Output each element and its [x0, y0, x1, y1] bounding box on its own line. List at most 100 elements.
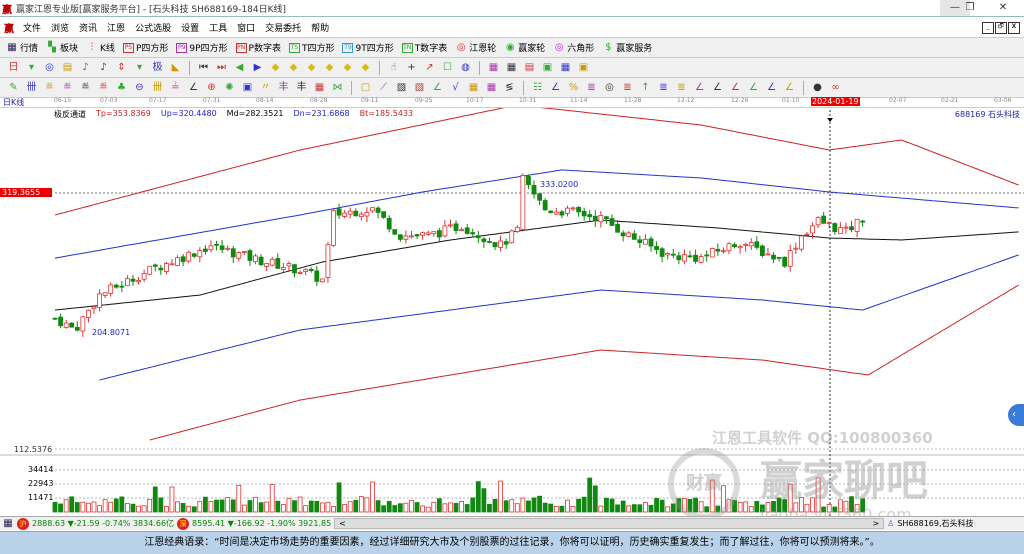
toolbar-tool-icon[interactable]: ⏮ [196, 62, 211, 74]
toolbar-tool-icon[interactable]: ✎ [6, 82, 21, 94]
menu-item[interactable]: 设置 [181, 21, 199, 34]
toolbar-tool-icon[interactable]: ∞ [828, 82, 843, 94]
toolbar-tool-icon[interactable]: ≣ [620, 82, 635, 94]
toolbar-button[interactable]: P9 9P四方形 [176, 41, 228, 54]
toolbar-tool-icon[interactable]: 〃 [258, 82, 273, 94]
toolbar-tool-icon[interactable]: ↑ [638, 82, 653, 94]
toolbar-tool-icon[interactable]: ↗ [422, 62, 437, 74]
toolbar-tool-icon[interactable]: ∠ [186, 82, 201, 94]
toolbar-tool-icon[interactable]: ♪ [96, 62, 111, 74]
toolbar-tool-icon[interactable]: ≝ [60, 82, 75, 94]
toolbar-tool-icon[interactable]: ▤ [522, 62, 537, 74]
toolbar-tool-icon[interactable]: ◍ [458, 62, 473, 74]
toolbar-tool-icon[interactable]: ◆ [358, 62, 373, 74]
toolbar-tool-icon[interactable]: ▾ [24, 62, 39, 74]
toolbar-tool-icon[interactable]: ▾ [132, 62, 147, 74]
scroll-right-button[interactable]: > [872, 519, 879, 528]
close-button[interactable]: ✕ [988, 0, 1018, 16]
mdi-close-button[interactable]: X [1008, 21, 1020, 34]
menu-item[interactable]: 窗口 [237, 21, 255, 34]
toolbar-button[interactable]: TN T数字表 [401, 41, 447, 54]
toolbar-tool-icon[interactable]: ☐ [440, 62, 455, 74]
toolbar-tool-icon[interactable]: ≶ [502, 82, 517, 94]
toolbar-tool-icon[interactable]: ≣ [656, 82, 671, 94]
toolbar-tool-icon[interactable]: ⋈ [330, 82, 345, 94]
toolbar-tool-icon[interactable]: ▦ [504, 62, 519, 74]
toolbar-tool-icon[interactable]: ▣ [240, 82, 255, 94]
toolbar-tool-icon[interactable]: ∠ [692, 82, 707, 94]
toolbar-tool-icon[interactable]: ⊕ [204, 82, 219, 94]
toolbar-tool-icon[interactable]: ∠ [782, 82, 797, 94]
toolbar-tool-icon[interactable]: ≣ [674, 82, 689, 94]
toolbar-button[interactable]: $ 赢家服务 [602, 41, 652, 55]
toolbar-tool-icon[interactable]: ▧ [412, 82, 427, 94]
toolbar-tool-icon[interactable]: ≝ [42, 82, 57, 94]
toolbar-tool-icon[interactable]: ▦ [466, 82, 481, 94]
toolbar-button[interactable]: PN P数字表 [235, 41, 281, 54]
toolbar-tool-icon[interactable]: ▤ [60, 62, 75, 74]
toolbar-tool-icon[interactable]: ◆ [304, 62, 319, 74]
toolbar-tool-icon[interactable]: ⏭ [214, 62, 229, 74]
toolbar-tool-icon[interactable]: ▦ [558, 62, 573, 74]
toolbar-tool-icon[interactable]: + [404, 62, 419, 74]
toolbar-tool-icon[interactable]: 日 [6, 62, 21, 74]
horizontal-scrollbar[interactable]: < > [334, 518, 885, 529]
toolbar-tool-icon[interactable]: 极 [150, 62, 165, 74]
toolbar-tool-icon[interactable]: ● [810, 82, 825, 94]
toolbar-button[interactable]: ◉ 赢家轮 [504, 41, 545, 55]
toolbar-tool-icon[interactable]: 卌 [24, 82, 39, 94]
toolbar-tool-icon[interactable]: ▢ [358, 82, 373, 94]
sz-index-quote[interactable]: 8595.41 ▼-166.92 -1.90% 3921.85 [192, 519, 331, 528]
toolbar-button[interactable]: T9 9T四方形 [342, 41, 394, 54]
toolbar-tool-icon[interactable]: ▧ [394, 82, 409, 94]
menu-item[interactable]: 交易委托 [265, 21, 301, 34]
toolbar-tool-icon[interactable]: ◎ [42, 62, 57, 74]
toolbar-tool-icon[interactable]: ◆ [340, 62, 355, 74]
toolbar-button[interactable]: ▚ 板块 [46, 41, 78, 55]
toolbar-tool-icon[interactable]: ∠ [710, 82, 725, 94]
menu-item[interactable]: 浏览 [51, 21, 69, 34]
toolbar-tool-icon[interactable]: % [566, 82, 581, 94]
toolbar-tool-icon[interactable]: ♪ [78, 62, 93, 74]
toolbar-button[interactable]: PS P四方形 [122, 41, 168, 54]
toolbar-tool-icon[interactable]: ∠ [430, 82, 445, 94]
toolbar-tool-icon[interactable]: ⇕ [114, 62, 129, 74]
toolbar-tool-icon[interactable]: ⟋ [376, 82, 391, 94]
toolbar-tool-icon[interactable]: ◀ [232, 62, 247, 74]
toolbar-tool-icon[interactable]: ▣ [576, 62, 591, 74]
restore-button[interactable]: ❐ [955, 0, 985, 16]
toolbar-tool-icon[interactable]: 卌 [150, 82, 165, 94]
toolbar-tool-icon[interactable]: ◆ [268, 62, 283, 74]
toolbar-tool-icon[interactable]: 丰 [276, 82, 291, 94]
menu-item[interactable]: 资讯 [79, 21, 97, 34]
toolbar-tool-icon[interactable]: ⊖ [132, 82, 147, 94]
toolbar-tool-icon[interactable]: ∠ [548, 82, 563, 94]
toolbar-tool-icon[interactable]: ◎ [602, 82, 617, 94]
toolbar-tool-icon[interactable]: ≝ [96, 82, 111, 94]
mdi-restore-button[interactable]: 🗗 [995, 21, 1007, 34]
menu-item[interactable]: 帮助 [311, 21, 329, 34]
toolbar-tool-icon[interactable]: ≝ [78, 82, 93, 94]
toolbar-tool-icon[interactable]: ◆ [286, 62, 301, 74]
menu-item[interactable]: 文件 [23, 21, 41, 34]
sh-index-quote[interactable]: 2888.63 ▼-21.59 -0.74% 3834.66亿 [32, 518, 174, 529]
grid-icon[interactable]: ▦ [2, 518, 14, 530]
side-expand-button[interactable]: ‹ [1008, 404, 1024, 426]
toolbar-tool-icon[interactable]: ∠ [764, 82, 779, 94]
toolbar-tool-icon[interactable]: ☝ [386, 62, 401, 74]
toolbar-tool-icon[interactable]: ≣ [584, 82, 599, 94]
toolbar-button[interactable]: ◎ 六角形 [553, 41, 594, 55]
toolbar-tool-icon[interactable]: √ [448, 82, 463, 94]
toolbar-button[interactable]: ▦ 行情 [6, 41, 38, 55]
menu-item[interactable]: 公式选股 [135, 21, 171, 34]
toolbar-tool-icon[interactable]: ◆ [322, 62, 337, 74]
toolbar-tool-icon[interactable]: ▣ [540, 62, 555, 74]
toolbar-tool-icon[interactable]: ▶ [250, 62, 265, 74]
toolbar-tool-icon[interactable]: 丰 [294, 82, 309, 94]
toolbar-tool-icon[interactable]: ✺ [222, 82, 237, 94]
toolbar-tool-icon[interactable]: ◣ [168, 62, 183, 74]
menu-item[interactable]: 工具 [209, 21, 227, 34]
toolbar-tool-icon[interactable]: ▦ [484, 82, 499, 94]
toolbar-tool-icon[interactable]: ♣ [114, 82, 129, 94]
toolbar-button[interactable]: ◎ 江恩轮 [455, 41, 496, 55]
